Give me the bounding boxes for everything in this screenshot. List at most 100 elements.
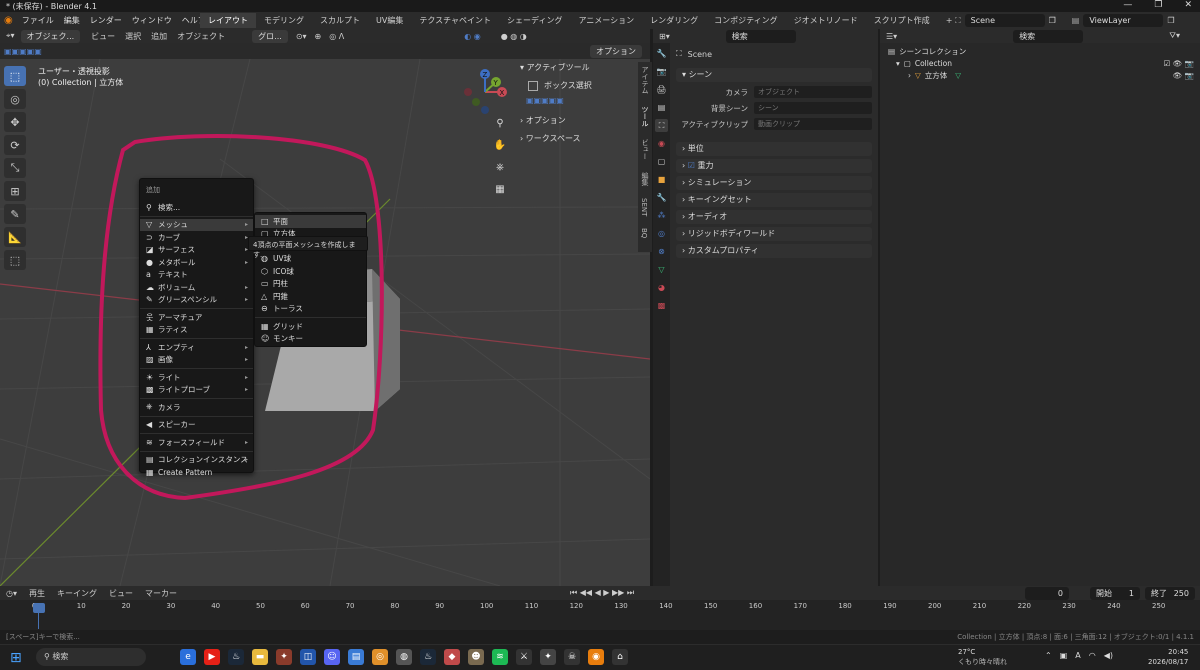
annotate-tool-icon[interactable]: ✎ <box>4 204 26 224</box>
transform-tool-icon[interactable]: ⊞ <box>4 181 26 201</box>
menu-object[interactable]: オブジェクト <box>172 31 230 42</box>
outliner-editor-icon[interactable]: ☰▾ <box>880 32 903 41</box>
object-tab-icon[interactable]: ■ <box>655 173 668 186</box>
tab-uv[interactable]: UV編集 <box>368 13 411 28</box>
tab-tool[interactable]: ツール <box>638 102 652 131</box>
start-frame-field[interactable]: 開始 1 <box>1090 586 1140 600</box>
snap-icon[interactable]: ⊕ <box>315 32 322 41</box>
scale-tool-icon[interactable]: ⤡ <box>4 158 26 178</box>
steam-icon[interactable]: ♨ <box>228 649 244 665</box>
tray-app-icon[interactable]: ▣ <box>1060 651 1068 660</box>
app-icon[interactable]: ✦ <box>540 649 556 665</box>
audio-section[interactable]: › オーディオ <box>676 210 872 224</box>
active-tool-header[interactable]: ▾ アクティブツール <box>520 62 638 73</box>
select-box-tool-icon[interactable]: ⬚ <box>4 66 26 86</box>
gravity-checkbox[interactable]: ☑ <box>688 161 695 170</box>
app-icon[interactable]: ⌂ <box>612 649 628 665</box>
blender-icon[interactable]: ◉ <box>588 649 604 665</box>
menu-render[interactable]: レンダー <box>85 15 127 26</box>
output-tab-icon[interactable]: 🖨 <box>655 83 668 96</box>
volume-icon[interactable]: ◀) <box>1104 651 1113 660</box>
physics-tab-icon[interactable]: ◎ <box>655 227 668 240</box>
tab-view[interactable]: ビュー <box>638 135 652 164</box>
end-frame-field[interactable]: 終了 250 <box>1145 586 1195 600</box>
spotify-icon[interactable]: ≋ <box>492 649 508 665</box>
measure-tool-icon[interactable]: 📐 <box>4 227 26 247</box>
tray-up-icon[interactable]: ⌃ <box>1045 651 1052 660</box>
render-tab-icon[interactable]: 📷 <box>655 65 668 78</box>
app-icon[interactable]: ◎ <box>372 649 388 665</box>
viewport-overlay-icon[interactable]: ◐ ◉ <box>464 32 481 41</box>
playhead[interactable] <box>33 603 45 613</box>
camera-view-icon[interactable]: ⎈ <box>493 162 507 176</box>
app-icon[interactable]: ◆ <box>444 649 460 665</box>
outliner-search[interactable]: 検索 <box>1013 29 1084 43</box>
tab-shading[interactable]: シェーディング <box>499 13 570 28</box>
simulation-section[interactable]: › シミュレーション <box>676 176 872 190</box>
tool-tab-icon[interactable]: 🔧 <box>655 47 668 60</box>
weather-widget[interactable]: 27°C くもり時々晴れ <box>958 647 1007 667</box>
tab-geometry-nodes[interactable]: ジオメトリノード <box>786 13 866 28</box>
ortho-toggle-icon[interactable]: ▦ <box>493 184 507 198</box>
tab-rendering[interactable]: レンダリング <box>642 13 706 28</box>
transform-orientation[interactable]: グロ... <box>252 29 288 43</box>
properties-search[interactable]: 検索 <box>725 29 796 43</box>
tab-texture-paint[interactable]: テクスチャペイント <box>411 13 499 28</box>
app-icon[interactable]: ◍ <box>396 649 412 665</box>
tab-edit[interactable]: 編集 <box>638 168 652 190</box>
outliner-scene-collection[interactable]: ▤ シーンコレクション <box>880 45 1200 57</box>
tab-sculpt[interactable]: スカルプト <box>312 13 368 28</box>
discord-icon[interactable]: ☺ <box>324 649 340 665</box>
tab-scripting[interactable]: スクリプト作成 <box>866 13 938 28</box>
outliner-collection[interactable]: ▾ ▢ Collection ☑ 👁 📷 <box>880 57 1200 69</box>
close-button[interactable]: ✕ <box>1184 0 1192 10</box>
menu-edit[interactable]: 編集 <box>59 15 85 26</box>
playback-controls[interactable]: ⏮ ◀◀ ◀ ▶ ▶▶ ⏭ <box>570 588 634 598</box>
add-cube-tool-icon[interactable]: ⬚ <box>4 250 26 270</box>
options-section[interactable]: › オプション <box>520 115 638 126</box>
particles-tab-icon[interactable]: ⁂ <box>655 209 668 222</box>
tab-animation[interactable]: アニメーション <box>570 13 642 28</box>
start-button-icon[interactable]: ⊞ <box>10 650 22 666</box>
menu-playback[interactable]: 再生 <box>23 588 51 599</box>
world-tab-icon[interactable]: ◉ <box>655 137 668 150</box>
scene-section-header[interactable]: ▾ シーン <box>676 68 872 82</box>
collection-tab-icon[interactable]: ▢ <box>655 155 668 168</box>
data-tab-icon[interactable]: ▽ <box>655 263 668 276</box>
tab-modeling[interactable]: モデリング <box>256 13 312 28</box>
app-icon[interactable]: ☠ <box>564 649 580 665</box>
select-mode-icons[interactable]: ▣▣▣▣▣ <box>0 47 42 56</box>
new-scene-icon[interactable]: ❐ <box>1049 16 1056 25</box>
options-dropdown[interactable]: オプション <box>590 44 642 58</box>
keying-sets-section[interactable]: › キーイングセット <box>676 193 872 207</box>
app-icon[interactable]: ⚔ <box>516 649 532 665</box>
visibility-icons[interactable]: ☑ 👁 📷 <box>1164 59 1194 68</box>
gravity-section[interactable]: › ☑ 重力 <box>676 159 872 173</box>
edge-icon[interactable]: e <box>180 649 196 665</box>
timeline-editor-icon[interactable]: ◷▾ <box>0 589 23 598</box>
timeline-ruler[interactable]: 0102030405060708090100110120130140150160… <box>0 602 1200 614</box>
app-icon[interactable]: ◫ <box>300 649 316 665</box>
navigation-gizmo[interactable]: X Y Z <box>460 66 520 126</box>
properties-editor-icon[interactable]: ⊞▾ <box>653 32 676 41</box>
units-section[interactable]: › 単位 <box>676 142 872 156</box>
select-mode-buttons[interactable]: ▣▣▣▣▣ <box>526 96 638 105</box>
maximize-button[interactable]: ❐ <box>1154 0 1162 10</box>
youtube-icon[interactable]: ▶ <box>204 649 220 665</box>
taskbar-search[interactable]: ⚲ 検索 <box>36 648 146 666</box>
menu-marker[interactable]: マーカー <box>139 588 183 599</box>
move-tool-icon[interactable]: ✥ <box>4 112 26 132</box>
view-layer-selector[interactable]: ViewLayer <box>1083 14 1164 27</box>
wifi-icon[interactable]: ◠ <box>1089 651 1096 660</box>
object-visibility-icons[interactable]: 👁 📷 <box>1173 71 1194 80</box>
view-layer-tab-icon[interactable]: ▤ <box>655 101 668 114</box>
steam-icon[interactable]: ♨ <box>420 649 436 665</box>
pivot-icon[interactable]: ⊙▾ <box>296 32 307 41</box>
menu-add[interactable]: 追加 <box>146 31 172 42</box>
tab-item[interactable]: アイテム <box>638 62 652 98</box>
menu-view[interactable]: ビュー <box>86 31 120 42</box>
mode-selector[interactable]: オブジェク... <box>20 29 81 43</box>
background-scene-field[interactable]: シーン <box>754 102 872 114</box>
custom-properties-section[interactable]: › カスタムプロパティ <box>676 244 872 258</box>
pan-hand-icon[interactable]: ✋ <box>493 140 507 154</box>
